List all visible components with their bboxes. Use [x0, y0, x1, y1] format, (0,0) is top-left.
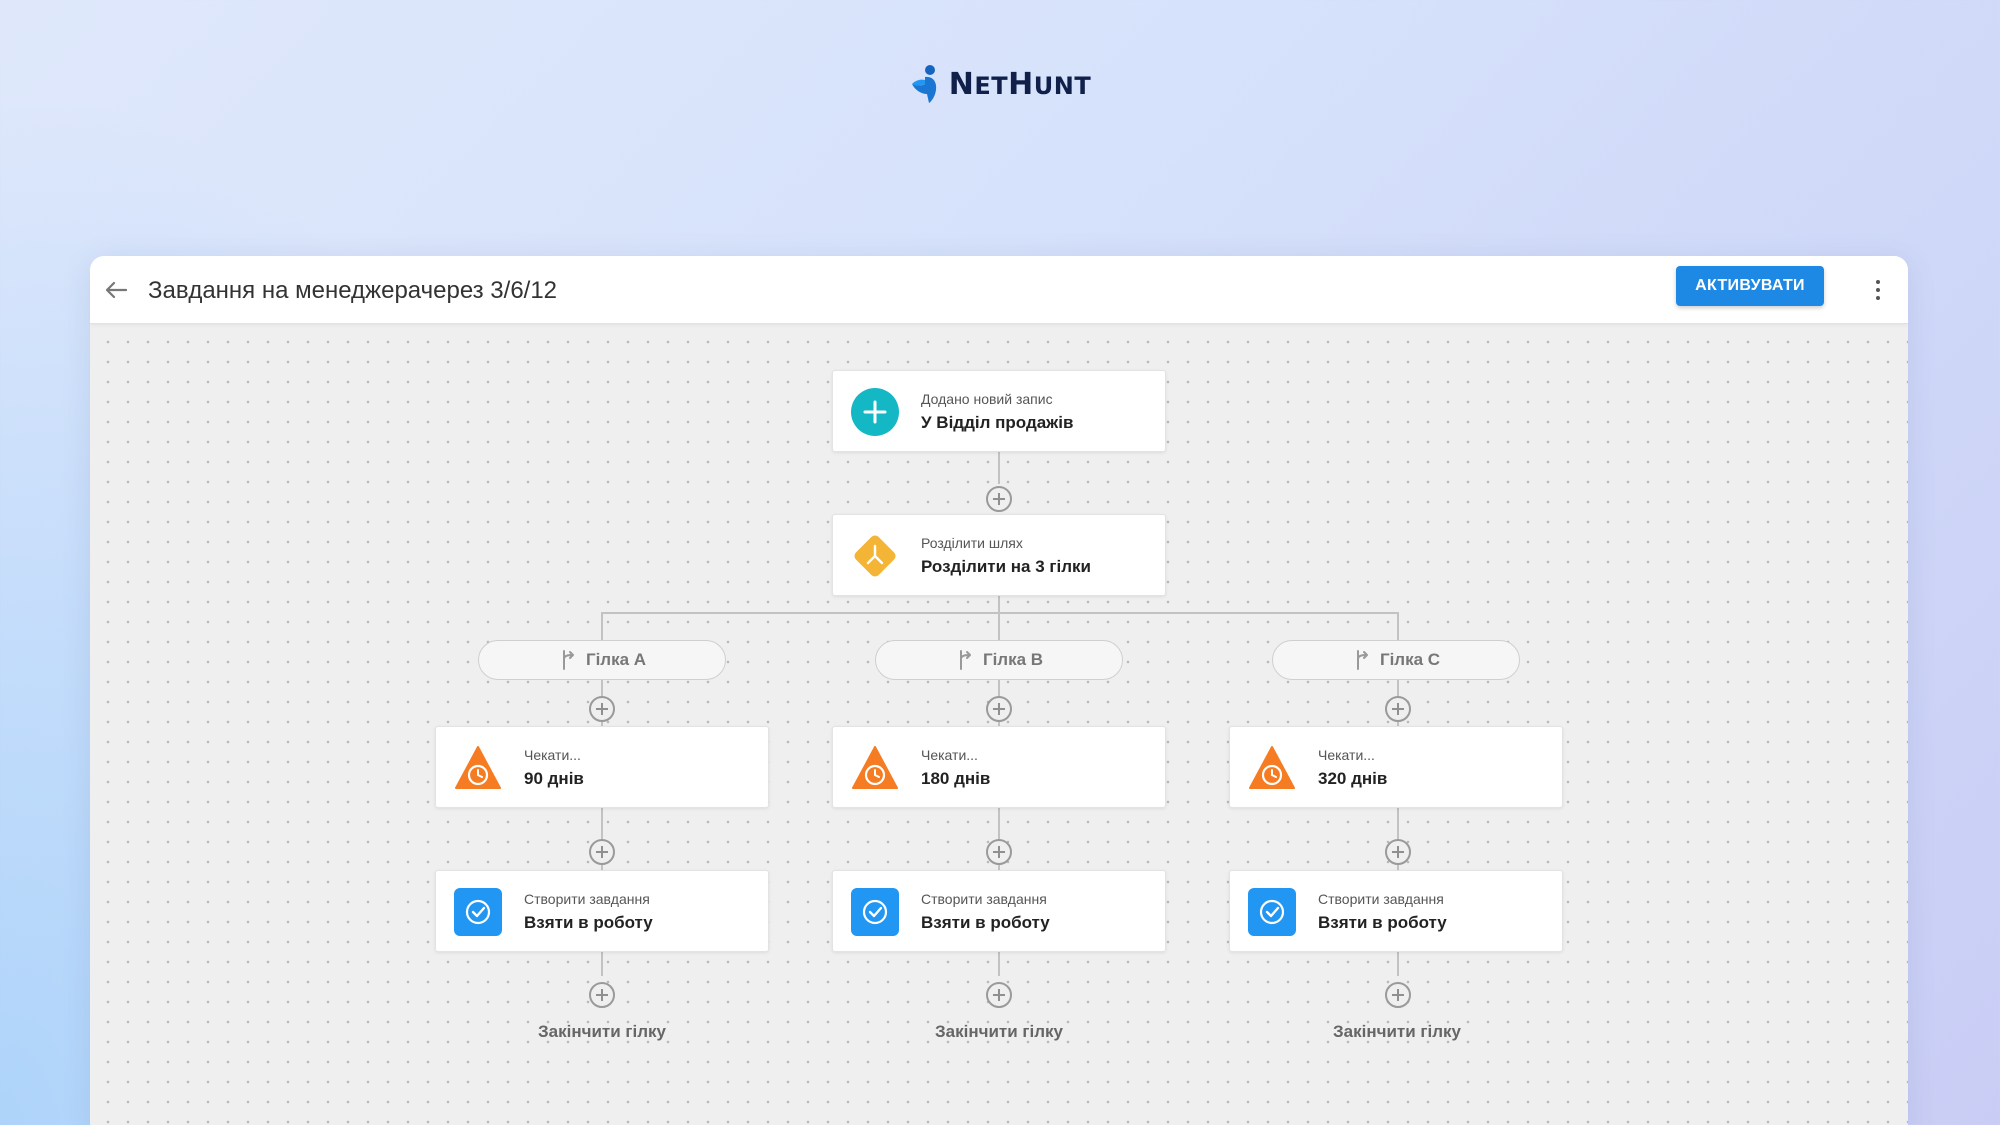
nethunt-logo: NETHUNT: [0, 64, 2000, 104]
split-description: Розділити на 3 гілки: [921, 557, 1091, 576]
wait-card[interactable]: Чекати... 320 днів: [1229, 726, 1563, 808]
wait-clock-icon: [1249, 746, 1295, 789]
add-step-button[interactable]: [589, 839, 615, 865]
add-step-button[interactable]: [1385, 696, 1411, 722]
add-step-button[interactable]: [986, 696, 1012, 722]
split-card[interactable]: Розділити шлях Розділити на 3 гілки: [832, 514, 1166, 596]
end-branch-label: Закінчити гілку: [1333, 1022, 1461, 1041]
end-branch-label: Закінчити гілку: [935, 1022, 1063, 1041]
nethunt-logo-icon: [911, 65, 936, 103]
task-check-icon: [1248, 888, 1296, 936]
trigger-type: Додано новий запис: [921, 391, 1053, 407]
trigger-target: У Відділ продажів: [921, 413, 1074, 432]
add-step-button[interactable]: [986, 486, 1012, 512]
wait-type: Чекати...: [524, 747, 581, 763]
split-diamond-icon: [854, 535, 896, 577]
branch-icon: [959, 650, 971, 670]
task-name: Взяти в роботу: [921, 913, 1050, 932]
task-check-icon: [851, 888, 899, 936]
wait-card[interactable]: Чекати... 90 днів: [435, 726, 769, 808]
add-step-button[interactable]: [986, 982, 1012, 1008]
task-type: Створити завдання: [524, 891, 650, 907]
task-name: Взяти в роботу: [1318, 913, 1447, 932]
workflow-editor-window: Завдання на менеджерачерез 3/6/12 АКТИВУ…: [90, 256, 1908, 1125]
activate-button[interactable]: АКТИВУВАТИ: [1676, 266, 1824, 306]
wait-type: Чекати...: [921, 747, 978, 763]
split-type: Розділити шлях: [921, 535, 1023, 551]
workflow-title: Завдання на менеджерачерез 3/6/12: [148, 277, 558, 304]
more-vert-icon[interactable]: [1868, 276, 1888, 304]
end-branch-label: Закінчити гілку: [538, 1022, 666, 1041]
wait-card[interactable]: Чекати... 180 днів: [832, 726, 1166, 808]
task-card[interactable]: Створити завдання Взяти в роботу: [435, 870, 769, 952]
add-step-button[interactable]: [589, 696, 615, 722]
wait-duration: 180 днів: [921, 769, 991, 788]
branch-a-pill[interactable]: Гілка A: [478, 640, 726, 680]
wait-duration: 90 днів: [524, 769, 584, 788]
add-step-button[interactable]: [1385, 839, 1411, 865]
task-check-icon: [454, 888, 502, 936]
workflow-canvas[interactable]: Додано новий запис У Відділ продажів Роз…: [90, 324, 1908, 1125]
logo-wordmark: NETHUNT: [948, 66, 1092, 102]
branch-b-pill[interactable]: Гілка B: [875, 640, 1123, 680]
branch-c-pill[interactable]: Гілка C: [1272, 640, 1520, 680]
branch-label: Гілка C: [1379, 650, 1441, 669]
wait-type: Чекати...: [1318, 747, 1375, 763]
branch-label: Гілка B: [982, 650, 1044, 669]
task-name: Взяти в роботу: [524, 913, 653, 932]
task-card[interactable]: Створити завдання Взяти в роботу: [832, 870, 1166, 952]
task-type: Створити завдання: [1318, 891, 1444, 907]
branch-icon: [1356, 650, 1368, 670]
wait-clock-icon: [455, 746, 501, 789]
plus-circle-icon: [851, 388, 899, 436]
task-card[interactable]: Створити завдання Взяти в роботу: [1229, 870, 1563, 952]
back-arrow-icon[interactable]: [102, 276, 130, 304]
wait-clock-icon: [852, 746, 898, 789]
add-step-button[interactable]: [589, 982, 615, 1008]
task-type: Створити завдання: [921, 891, 1047, 907]
branch-icon: [562, 650, 574, 670]
add-step-button[interactable]: [986, 839, 1012, 865]
add-step-button[interactable]: [1385, 982, 1411, 1008]
branch-label: Гілка A: [585, 650, 647, 669]
wait-duration: 320 днів: [1318, 769, 1388, 788]
trigger-card[interactable]: Додано новий запис У Відділ продажів: [832, 370, 1166, 452]
editor-header: Завдання на менеджерачерез 3/6/12 АКТИВУ…: [90, 256, 1908, 324]
